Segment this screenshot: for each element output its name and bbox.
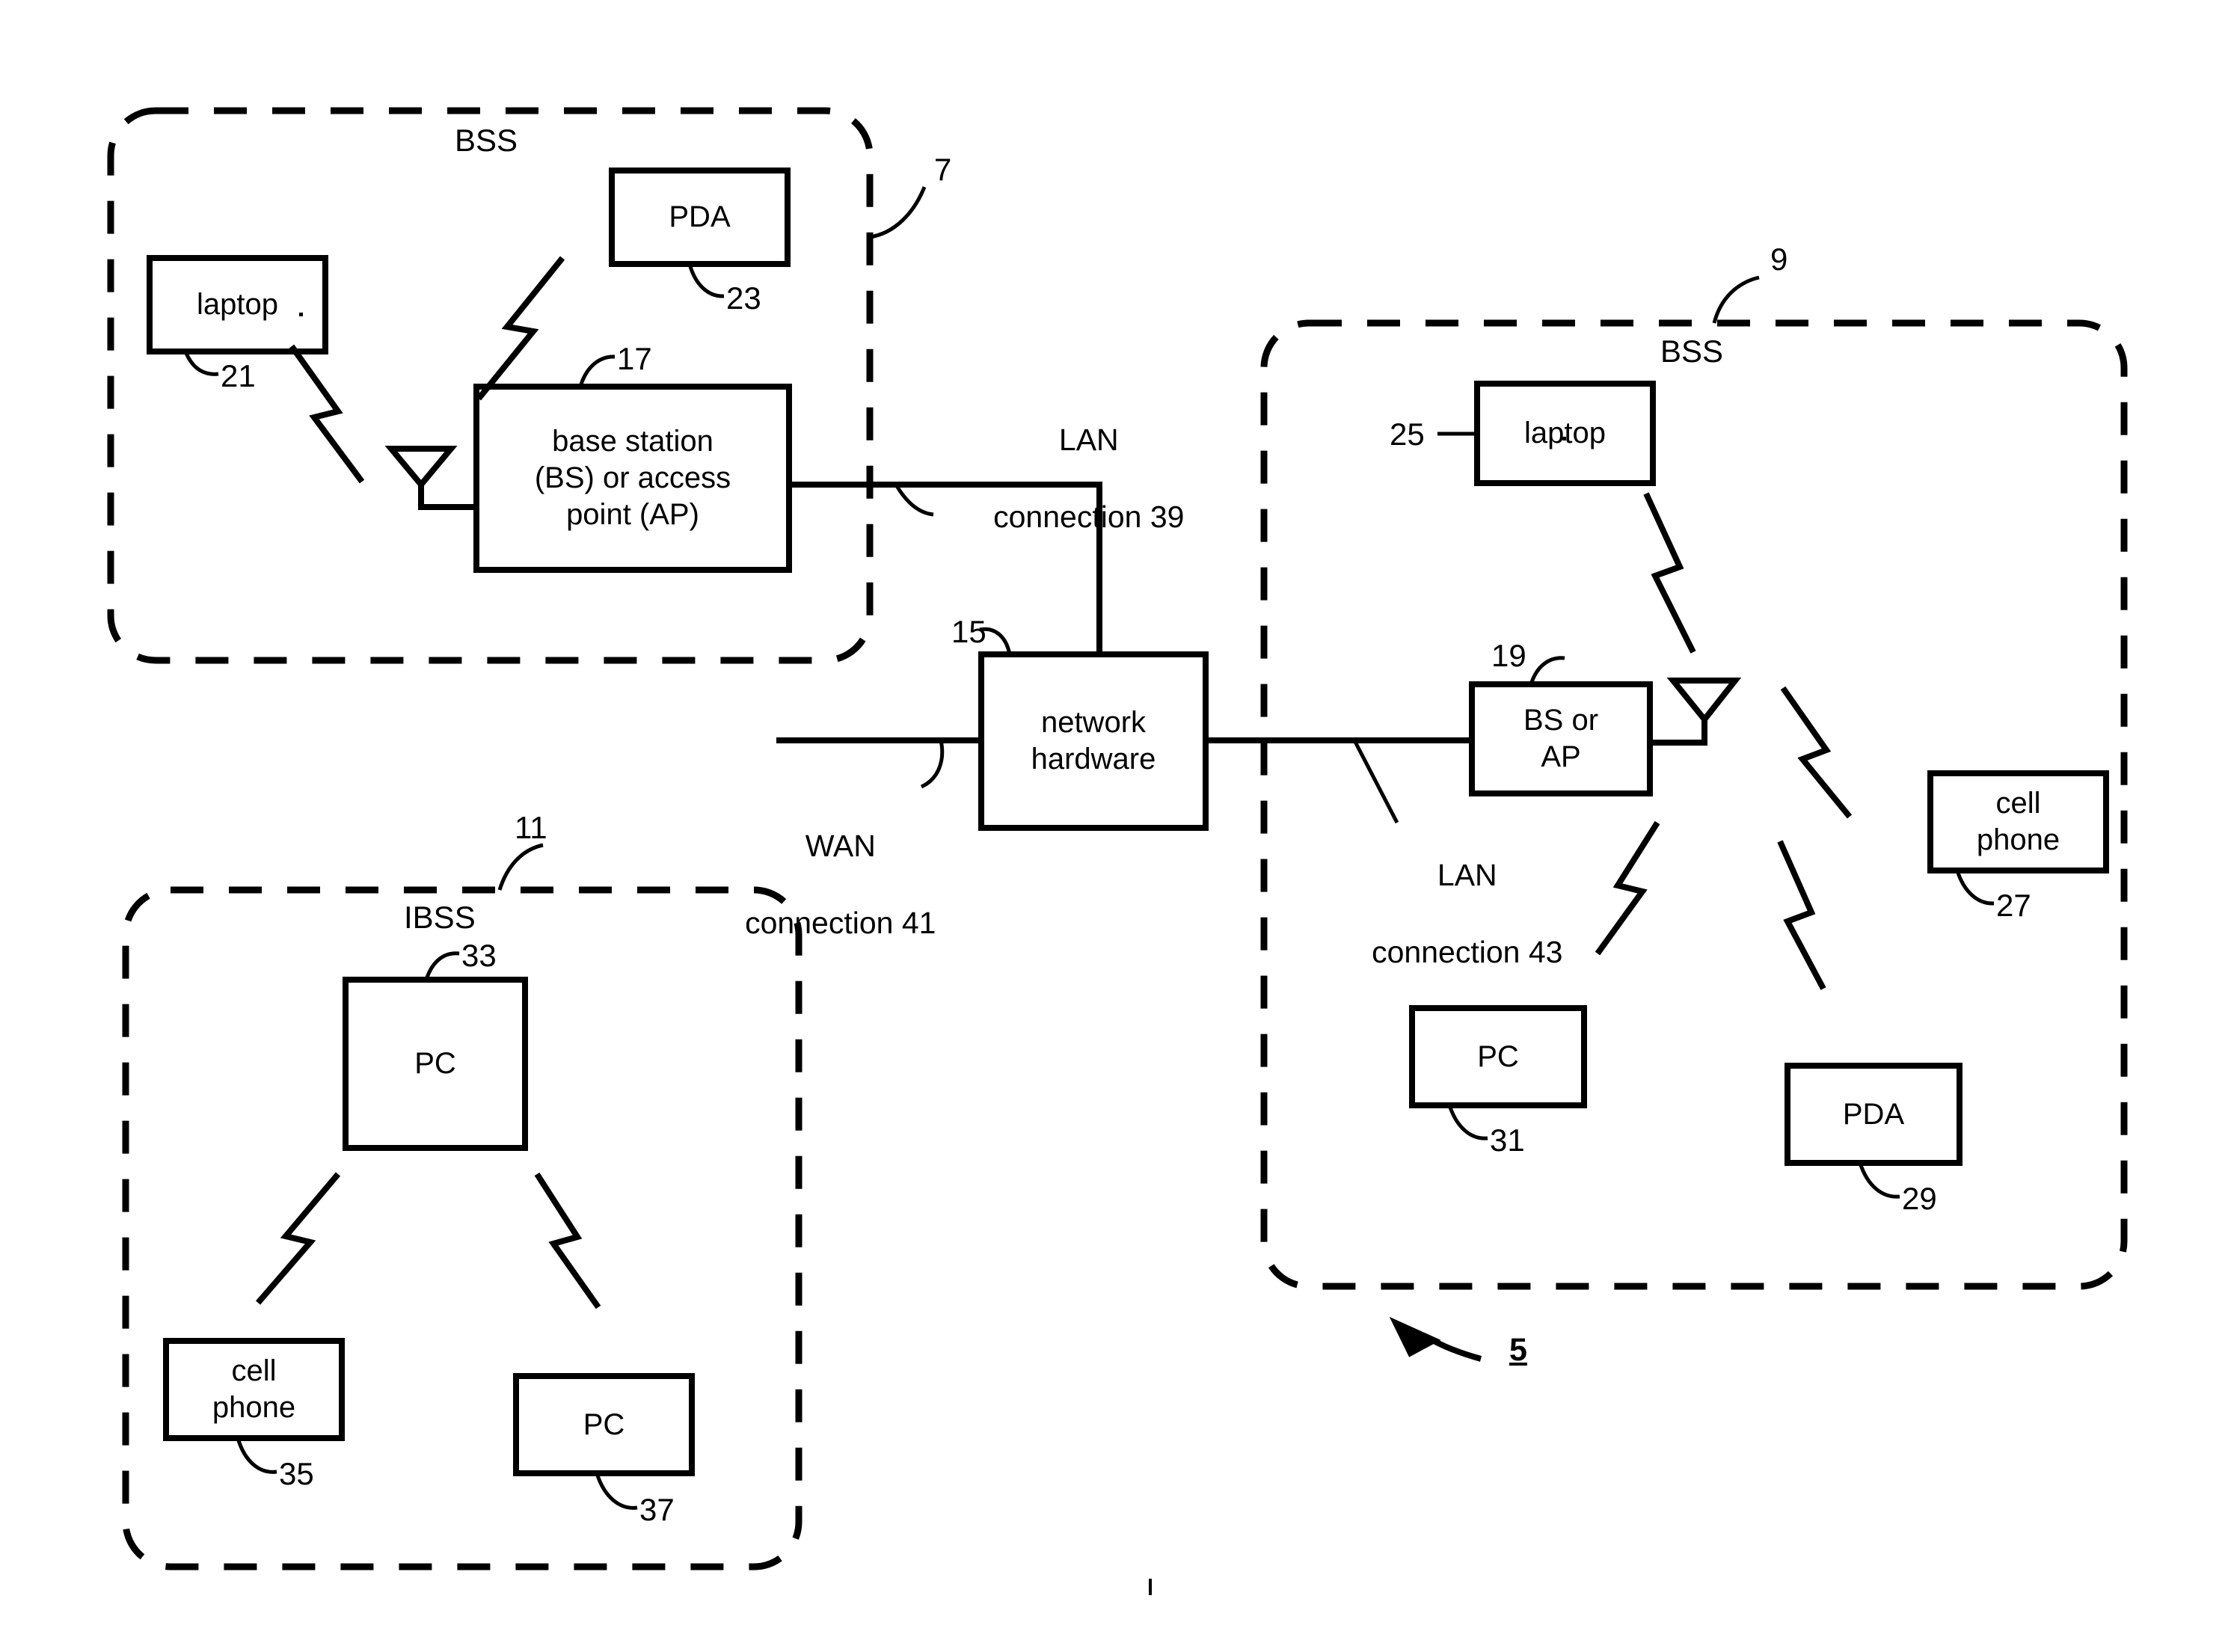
connection-label-wan-41-line1: WAN (805, 829, 876, 864)
wireless-link-pc33-cell35 (255, 1172, 341, 1305)
leader-ref-7 (869, 186, 927, 239)
connection-label-lan-43-line1: LAN (1437, 858, 1497, 893)
leader-ref-27 (1955, 870, 1995, 906)
ref-35: 35 (279, 1456, 314, 1491)
leader-lan-43 (1353, 740, 1399, 824)
node-box-bs-ap-17 (473, 384, 792, 573)
node-box-bs-ap-19 (1469, 681, 1653, 796)
wireless-link-laptop21 (289, 344, 365, 484)
node-box-pc-33 (343, 977, 528, 1151)
node-box-laptop-25 (1474, 381, 1656, 486)
wireless-link-cellphone27 (1780, 686, 1853, 819)
leader-ref-9 (1712, 275, 1760, 324)
wireless-link-pc31 (1595, 820, 1660, 956)
leader-ref-37 (595, 1473, 638, 1510)
leader-ref-21 (183, 351, 219, 376)
antenna-icon-bs-ap-19 (1650, 678, 1742, 746)
wireless-link-laptop25 (1643, 492, 1696, 654)
ref-7: 7 (934, 152, 952, 187)
leader-ref-33 (424, 951, 460, 980)
leader-wan-41 (920, 740, 945, 789)
figure-linework (107, 107, 2128, 1595)
leader-ref-11 (497, 843, 544, 891)
leader-ref-17 (578, 354, 616, 387)
node-box-cell-phone-35 (163, 1338, 345, 1441)
node-box-cell-phone-27 (1927, 770, 2109, 873)
ref-25: 25 (1390, 417, 1425, 452)
connection-label-lan-39-line1: LAN (1058, 423, 1119, 458)
ref-17: 17 (617, 341, 652, 376)
wireless-link-pc33-pc37 (534, 1172, 601, 1309)
wireless-link-pda23 (476, 256, 565, 401)
leader-ref-31 (1447, 1105, 1488, 1140)
wireless-link-pda29 (1777, 840, 1826, 990)
leader-lan-39 (894, 483, 934, 517)
leader-ref-19 (1529, 656, 1565, 685)
node-box-pc-31 (1409, 1005, 1587, 1108)
node-box-pda-29 (1785, 1063, 1963, 1166)
ref-11: 11 (515, 810, 547, 845)
ref-33: 33 (461, 938, 497, 973)
node-box-pc-37 (513, 1373, 695, 1476)
zone-label-bss-right: BSS (1660, 334, 1724, 369)
node-box-network-hw-15 (978, 651, 1209, 831)
connection-label-lan-43: LAN connection 43 (1331, 818, 1570, 1010)
patent-figure: BSS 7 BSS 9 IBSS 11 laptop 21 PDA 23 bas… (0, 0, 2231, 1652)
ref-9: 9 (1770, 242, 1788, 277)
leader-ref-23 (687, 263, 725, 298)
ref-31: 31 (1490, 1123, 1525, 1158)
connection-label-wan-41: WAN connection 41 (704, 789, 943, 980)
ref-15: 15 (951, 614, 986, 649)
node-box-pda-23 (609, 168, 791, 267)
connection-label-lan-39-line2: connection 39 (993, 499, 1185, 534)
figure-ref-arrow (1389, 1316, 1482, 1362)
zone-label-bss-left: BSS (455, 123, 518, 158)
figure-reference-5: 5 (1509, 1332, 1527, 1368)
ref-21: 21 (221, 358, 256, 393)
zone-label-ibss: IBSS (404, 900, 476, 935)
ref-19: 19 (1491, 638, 1526, 673)
ref-23: 23 (726, 280, 761, 316)
leader-ref-29 (1858, 1162, 1900, 1199)
ref-37: 37 (639, 1492, 675, 1527)
leader-ref-35 (236, 1437, 277, 1474)
ref-29: 29 (1902, 1181, 1937, 1216)
connection-label-lan-43-line2: connection 43 (1372, 934, 1563, 969)
connection-label-lan-39: LAN connection 39 (937, 383, 1206, 574)
connection-label-wan-41-line2: connection 41 (745, 905, 936, 940)
node-box-laptop-21 (147, 255, 328, 354)
ref-27: 27 (1996, 888, 2031, 923)
antenna-icon-bs-ap-17 (384, 446, 476, 510)
